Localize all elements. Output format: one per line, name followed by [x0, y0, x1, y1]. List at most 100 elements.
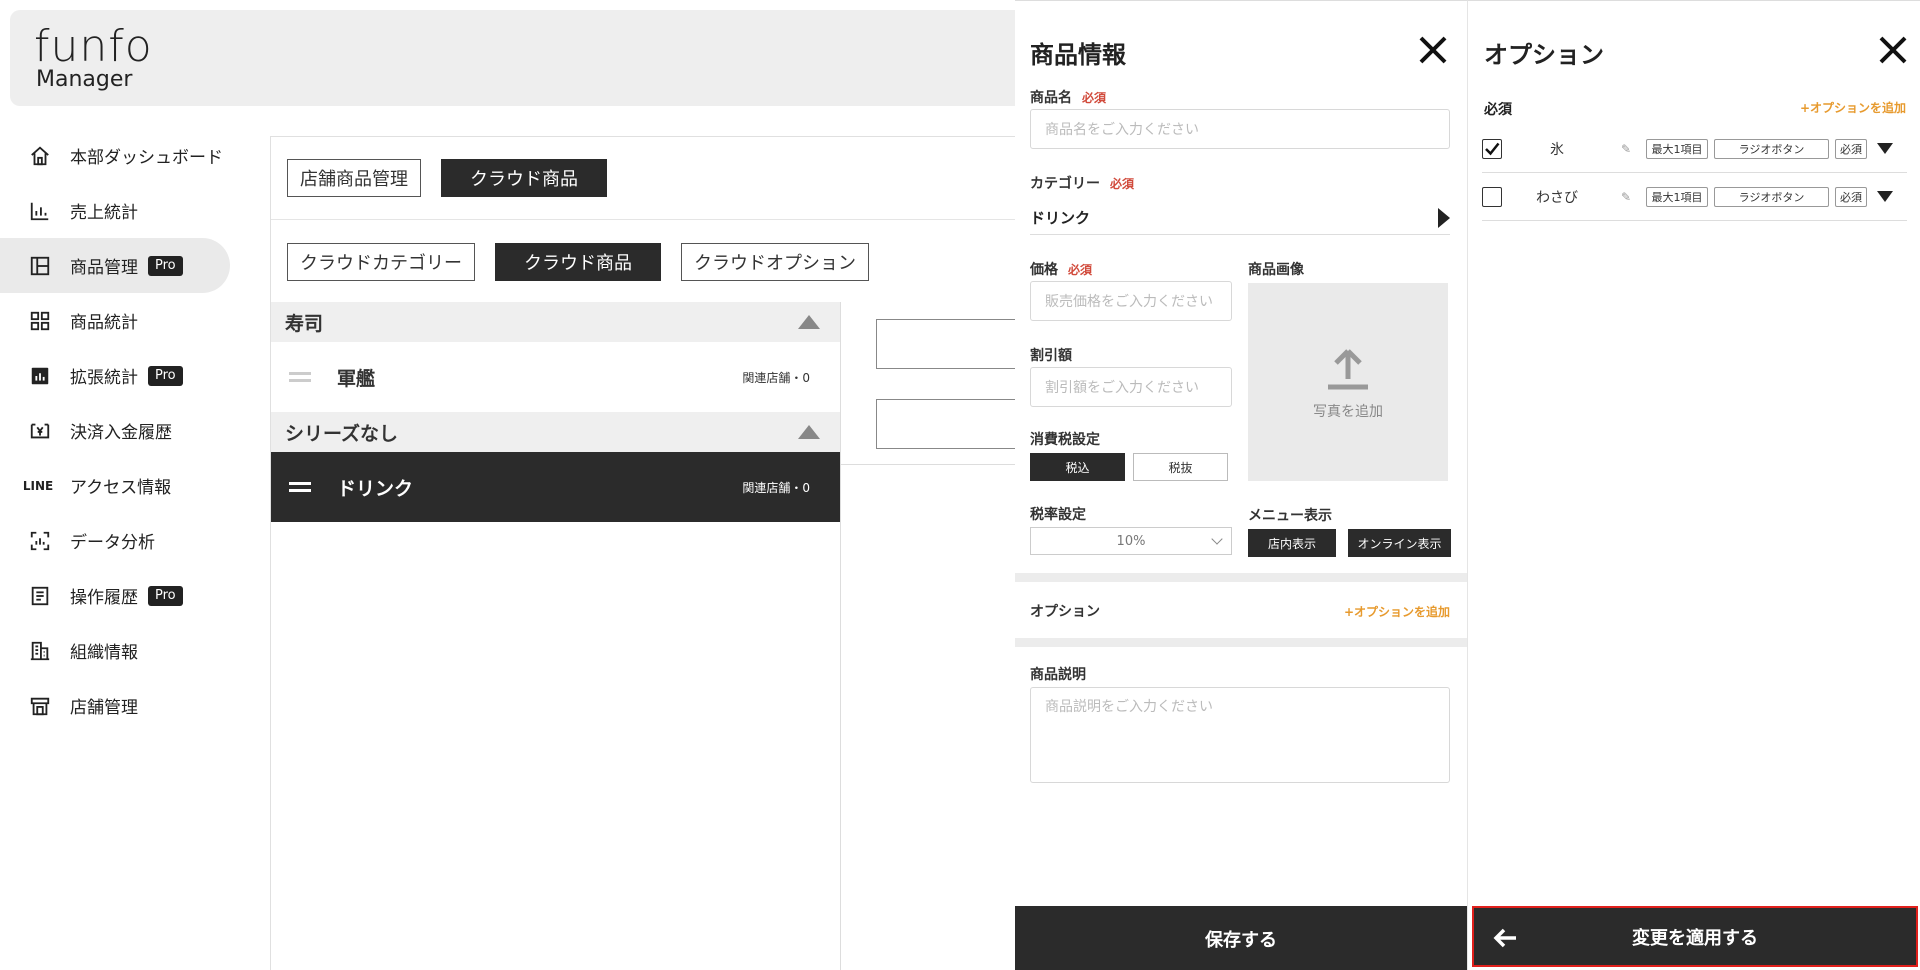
- store-icon: [28, 694, 52, 718]
- tax-excluded-toggle[interactable]: 税抜: [1133, 453, 1228, 481]
- required-mark: 必須: [1082, 91, 1107, 105]
- tax-rate-value: 10%: [1116, 533, 1146, 549]
- sidebar-item-label: 本部ダッシュボード: [70, 148, 223, 168]
- image-upload-text: 写真を追加: [1313, 404, 1383, 420]
- upload-icon: [1328, 349, 1368, 390]
- list-item-name: 軍艦: [337, 367, 376, 390]
- sidebar-item-product-stats[interactable]: 商品統計: [0, 293, 235, 348]
- logo-text: funfo: [34, 21, 153, 72]
- close-icon[interactable]: [1418, 35, 1448, 65]
- section-divider: [1015, 573, 1467, 582]
- tax-included-toggle[interactable]: 税込: [1030, 453, 1125, 481]
- collapse-triangle-icon[interactable]: [798, 425, 820, 439]
- option-name: 氷: [1550, 141, 1564, 158]
- sidebar-item-dashboard[interactable]: 本部ダッシュボード: [0, 128, 235, 183]
- tax-setting-label: 消費税設定: [1030, 432, 1100, 448]
- collapse-triangle-icon[interactable]: [798, 315, 820, 329]
- list-item-meta: 関連店舗・0: [742, 480, 810, 495]
- in-store-display-toggle[interactable]: 店内表示: [1248, 529, 1336, 557]
- required-section-label: 必須: [1484, 102, 1512, 118]
- close-icon[interactable]: [1878, 35, 1908, 65]
- apply-changes-button[interactable]: 変更を適用する: [1472, 906, 1918, 967]
- sidebar-item-sales-stats[interactable]: 売上統計: [0, 183, 235, 238]
- edit-icon[interactable]: ✎: [1612, 190, 1640, 204]
- edit-icon[interactable]: ✎: [1612, 142, 1640, 156]
- tax-rate-label: 税率設定: [1030, 507, 1086, 523]
- expand-triangle-icon[interactable]: [1877, 143, 1893, 154]
- discount-input[interactable]: 割引額をご入力ください: [1030, 367, 1232, 407]
- chevron-down-icon: [1211, 533, 1223, 545]
- tab-divider: [271, 219, 1016, 220]
- group-header[interactable]: 寿司: [271, 302, 840, 342]
- sidebar-nav: 本部ダッシュボード 売上統計 商品管理 Pro 商品統計 拡張統計 Pro 決済…: [0, 128, 235, 733]
- app-logo[interactable]: funfo Manager: [34, 24, 153, 92]
- product-name-input[interactable]: 商品名をご入力ください: [1030, 109, 1450, 149]
- background-input-box: [876, 399, 1016, 449]
- main-content: 店舗商品管理 クラウド商品 クラウドカテゴリー クラウド商品 クラウドオプション…: [270, 136, 1016, 970]
- list-item-meta: 関連店舗・0: [742, 370, 810, 385]
- subtab-cloud-option[interactable]: クラウドオプション: [681, 243, 869, 281]
- required-mark: 必須: [1068, 263, 1093, 277]
- option-label: オプション: [1030, 604, 1100, 620]
- option-row: 氷 ✎ 最大1項目 ラジオボタン 必須: [1482, 125, 1907, 173]
- category-label: カテゴリー 必須: [1030, 173, 1134, 193]
- subtab-cloud-product[interactable]: クラウド商品: [495, 243, 661, 281]
- product-name-label: 商品名 必須: [1030, 87, 1106, 107]
- option-checkbox[interactable]: [1482, 186, 1502, 207]
- panel-title: 商品情報: [1030, 41, 1126, 69]
- option-checkbox-checked[interactable]: [1482, 138, 1502, 159]
- list-item-selected[interactable]: ドリンク 関連店舗・0: [271, 452, 840, 522]
- list-item-name: ドリンク: [337, 477, 414, 500]
- drag-handle-icon[interactable]: [289, 482, 311, 492]
- sidebar-item-access-info[interactable]: LINE アクセス情報: [0, 458, 235, 513]
- options-panel: オプション 必須 +オプションを追加 氷 ✎ 最大1項目 ラジオボタン 必須 わ…: [1467, 0, 1920, 970]
- max-items-tag: 最大1項目: [1646, 186, 1708, 207]
- sidebar-item-data-analysis[interactable]: データ分析: [0, 513, 235, 568]
- sidebar-item-label: 組織情報: [70, 643, 138, 663]
- description-label: 商品説明: [1030, 667, 1086, 683]
- pro-badge: Pro: [148, 585, 183, 606]
- list-item[interactable]: 軍艦 関連店舗・0: [271, 342, 840, 412]
- add-option-link[interactable]: +オプションを追加: [1800, 99, 1906, 116]
- discount-label: 割引額: [1030, 348, 1072, 364]
- subtab-cloud-category[interactable]: クラウドカテゴリー: [287, 243, 475, 281]
- price-label: 価格 必須: [1030, 259, 1092, 279]
- sidebar-item-extended-stats[interactable]: 拡張統計 Pro: [0, 348, 235, 403]
- max-items-tag: 最大1項目: [1646, 138, 1708, 159]
- expand-triangle-icon[interactable]: [1877, 191, 1893, 202]
- group-title: シリーズなし: [285, 422, 399, 445]
- check-icon: [1485, 142, 1500, 155]
- sidebar-item-product-management[interactable]: 商品管理 Pro: [0, 238, 230, 293]
- image-upload-area[interactable]: 写真を追加: [1248, 283, 1448, 481]
- save-button[interactable]: 保存する: [1015, 906, 1467, 970]
- tab-store-products[interactable]: 店舗商品管理: [287, 159, 421, 197]
- tax-rate-select[interactable]: 10%: [1030, 527, 1232, 555]
- sub-tab-bar: クラウドカテゴリー クラウド商品 クラウドオプション: [287, 243, 869, 281]
- group-header[interactable]: シリーズなし: [271, 412, 840, 452]
- option-section-header: オプション +オプションを追加: [1030, 601, 1450, 621]
- sidebar-item-label: データ分析: [70, 533, 155, 553]
- required-mark: 必須: [1110, 177, 1135, 191]
- required-tag: 必須: [1835, 138, 1867, 159]
- drag-handle-icon[interactable]: [289, 372, 311, 382]
- tab-cloud-products[interactable]: クラウド商品: [441, 159, 607, 197]
- section-divider: [1015, 638, 1467, 647]
- home-icon: [28, 144, 52, 168]
- description-textarea[interactable]: 商品説明をご入力ください: [1030, 687, 1450, 783]
- sidebar-item-organization[interactable]: 組織情報: [0, 623, 235, 678]
- sidebar-item-payment-history[interactable]: 決済入金履歴: [0, 403, 235, 458]
- sidebar-item-label: 操作履歴: [70, 588, 138, 608]
- label-text: 価格: [1030, 262, 1058, 278]
- sidebar-item-store-management[interactable]: 店舗管理: [0, 678, 235, 733]
- chart-box-icon: [28, 364, 52, 388]
- product-info-panel: 商品情報 商品名 必須 商品名をご入力ください カテゴリー 必須 ドリンク 価格 必須…: [1015, 0, 1467, 970]
- add-option-link[interactable]: +オプションを追加: [1344, 603, 1450, 620]
- online-display-toggle[interactable]: オンライン表示: [1348, 529, 1451, 557]
- sidebar-item-operation-history[interactable]: 操作履歴 Pro: [0, 568, 235, 623]
- option-row: わさび ✎ 最大1項目 ラジオボタン 必須: [1482, 173, 1907, 221]
- scan-icon: [28, 529, 52, 553]
- category-selector[interactable]: ドリンク: [1030, 201, 1450, 235]
- price-input[interactable]: 販売価格をご入力ください: [1030, 281, 1232, 321]
- line-logo-text: LINE: [22, 478, 54, 493]
- line-icon: LINE: [23, 474, 53, 498]
